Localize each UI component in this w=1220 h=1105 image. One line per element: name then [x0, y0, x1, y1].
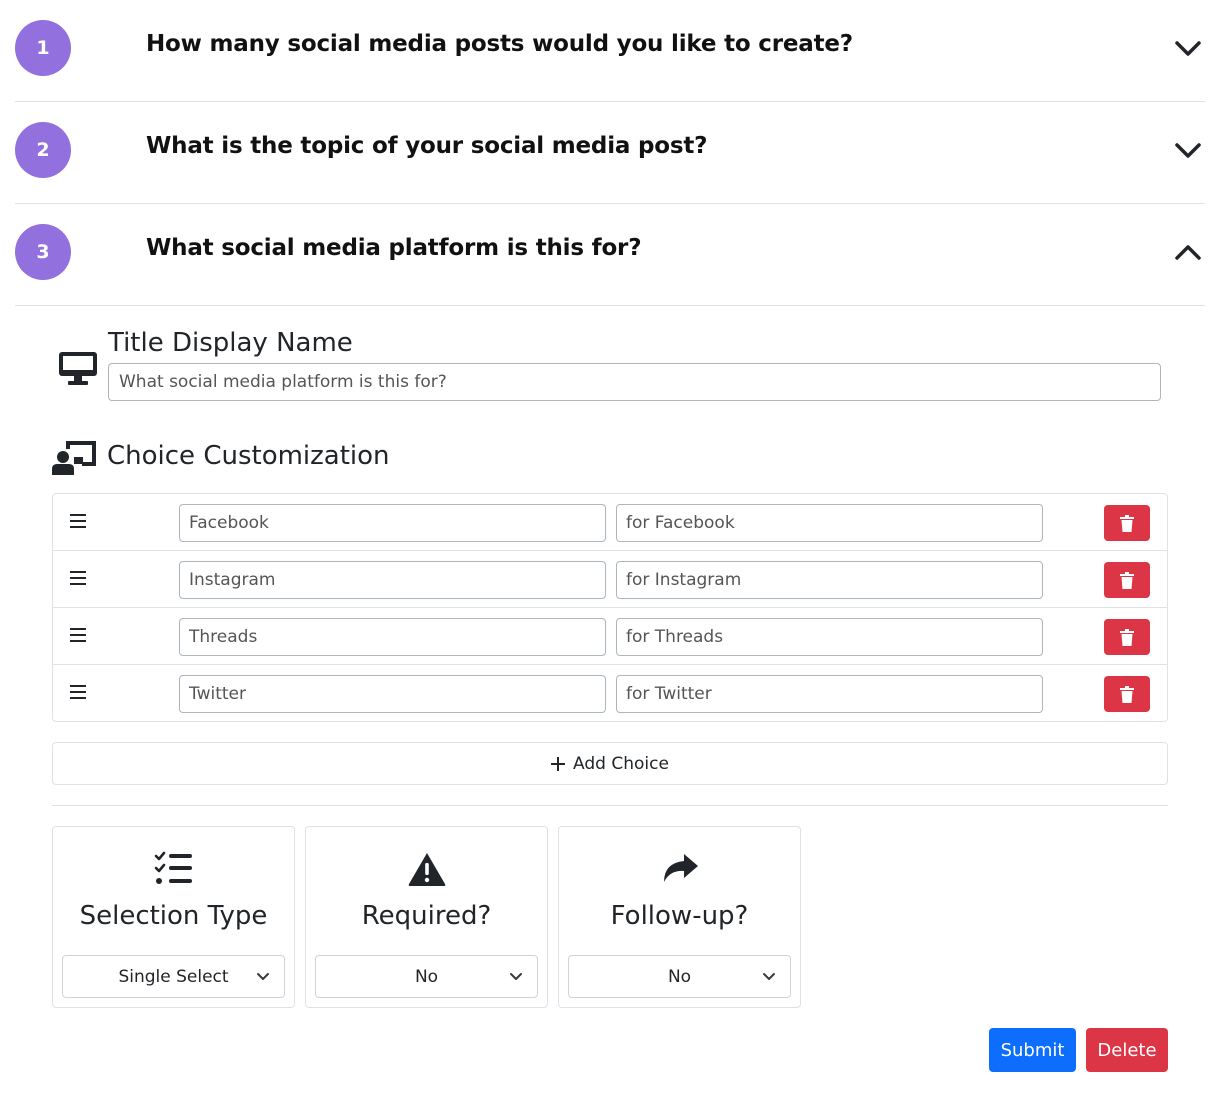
- required-select[interactable]: No: [315, 955, 538, 998]
- question-number-badge: 2: [15, 122, 71, 178]
- choice-row: Twitter for Twitter: [53, 665, 1167, 722]
- selection-type-value: Single Select: [118, 966, 229, 987]
- question-number-badge: 3: [15, 224, 71, 280]
- title-display-label: Title Display Name: [108, 328, 353, 358]
- choice-description-input[interactable]: for Facebook: [616, 504, 1043, 542]
- follow-up-select[interactable]: No: [568, 955, 791, 998]
- choice-row: Instagram for Instagram: [53, 551, 1167, 608]
- delete-choice-button[interactable]: [1104, 505, 1150, 541]
- add-choice-button[interactable]: Add Choice: [52, 742, 1168, 785]
- divider: [52, 805, 1168, 806]
- follow-up-value: No: [667, 966, 692, 987]
- question-title: How many social media posts would you li…: [146, 31, 853, 57]
- question-header-2[interactable]: 2 What is the topic of your social media…: [15, 102, 1205, 204]
- required-card: Required? No: [305, 826, 548, 1008]
- submit-button[interactable]: Submit: [989, 1028, 1076, 1072]
- trash-icon: [1120, 628, 1134, 646]
- share-arrow-icon: [663, 854, 698, 882]
- choice-list: Facebook for Facebook Instagram for Inst…: [52, 493, 1168, 722]
- choice-row: Facebook for Facebook: [53, 494, 1167, 551]
- choice-row: Threads for Threads: [53, 608, 1167, 665]
- drag-handle-icon[interactable]: [69, 627, 87, 643]
- required-title: Required?: [361, 901, 492, 931]
- desktop-icon: [59, 352, 97, 385]
- drag-handle-icon[interactable]: [69, 570, 87, 586]
- selection-type-card: Selection Type Single Select: [52, 826, 295, 1008]
- drag-handle-icon[interactable]: [69, 513, 87, 529]
- choice-description-input[interactable]: for Instagram: [616, 561, 1043, 599]
- selection-type-select[interactable]: Single Select: [62, 955, 285, 998]
- warning-icon: [408, 853, 445, 886]
- plus-icon: [551, 756, 566, 771]
- chevron-down-icon: [257, 973, 269, 980]
- delete-choice-button[interactable]: [1104, 619, 1150, 655]
- choice-name-input[interactable]: Twitter: [179, 675, 606, 713]
- question-header-3[interactable]: 3 What social media platform is this for…: [15, 204, 1205, 306]
- trash-icon: [1120, 514, 1134, 532]
- choice-name-input[interactable]: Facebook: [179, 504, 606, 542]
- choice-name-input[interactable]: Instagram: [179, 561, 606, 599]
- choice-name-input[interactable]: Threads: [179, 618, 606, 656]
- choice-description-input[interactable]: for Threads: [616, 618, 1043, 656]
- trash-icon: [1120, 571, 1134, 589]
- chevron-down-icon: [763, 973, 775, 980]
- selection-type-title: Selection Type: [79, 901, 268, 931]
- question-number-badge: 1: [15, 20, 71, 76]
- chevron-down-icon[interactable]: [1173, 138, 1203, 162]
- chevron-up-icon[interactable]: [1173, 240, 1203, 264]
- choice-customization-label: Choice Customization: [107, 441, 390, 471]
- question-title: What is the topic of your social media p…: [146, 133, 708, 159]
- delete-choice-button[interactable]: [1104, 676, 1150, 712]
- drag-handle-icon[interactable]: [69, 684, 87, 700]
- trash-icon: [1120, 685, 1134, 703]
- choice-description-input[interactable]: for Twitter: [616, 675, 1043, 713]
- follow-up-card: Follow-up? No: [558, 826, 801, 1008]
- chevron-down-icon: [510, 973, 522, 980]
- list-check-icon: [154, 851, 192, 884]
- chevron-down-icon[interactable]: [1173, 36, 1203, 60]
- question-header-1[interactable]: 1 How many social media posts would you …: [15, 0, 1205, 102]
- title-display-input[interactable]: What social media platform is this for?: [108, 363, 1161, 401]
- question-title: What social media platform is this for?: [146, 235, 642, 261]
- presentation-icon: [52, 441, 96, 475]
- add-choice-label: Add Choice: [573, 753, 669, 774]
- delete-button[interactable]: Delete: [1086, 1028, 1168, 1072]
- delete-choice-button[interactable]: [1104, 562, 1150, 598]
- follow-up-title: Follow-up?: [610, 901, 749, 931]
- required-value: No: [414, 966, 439, 987]
